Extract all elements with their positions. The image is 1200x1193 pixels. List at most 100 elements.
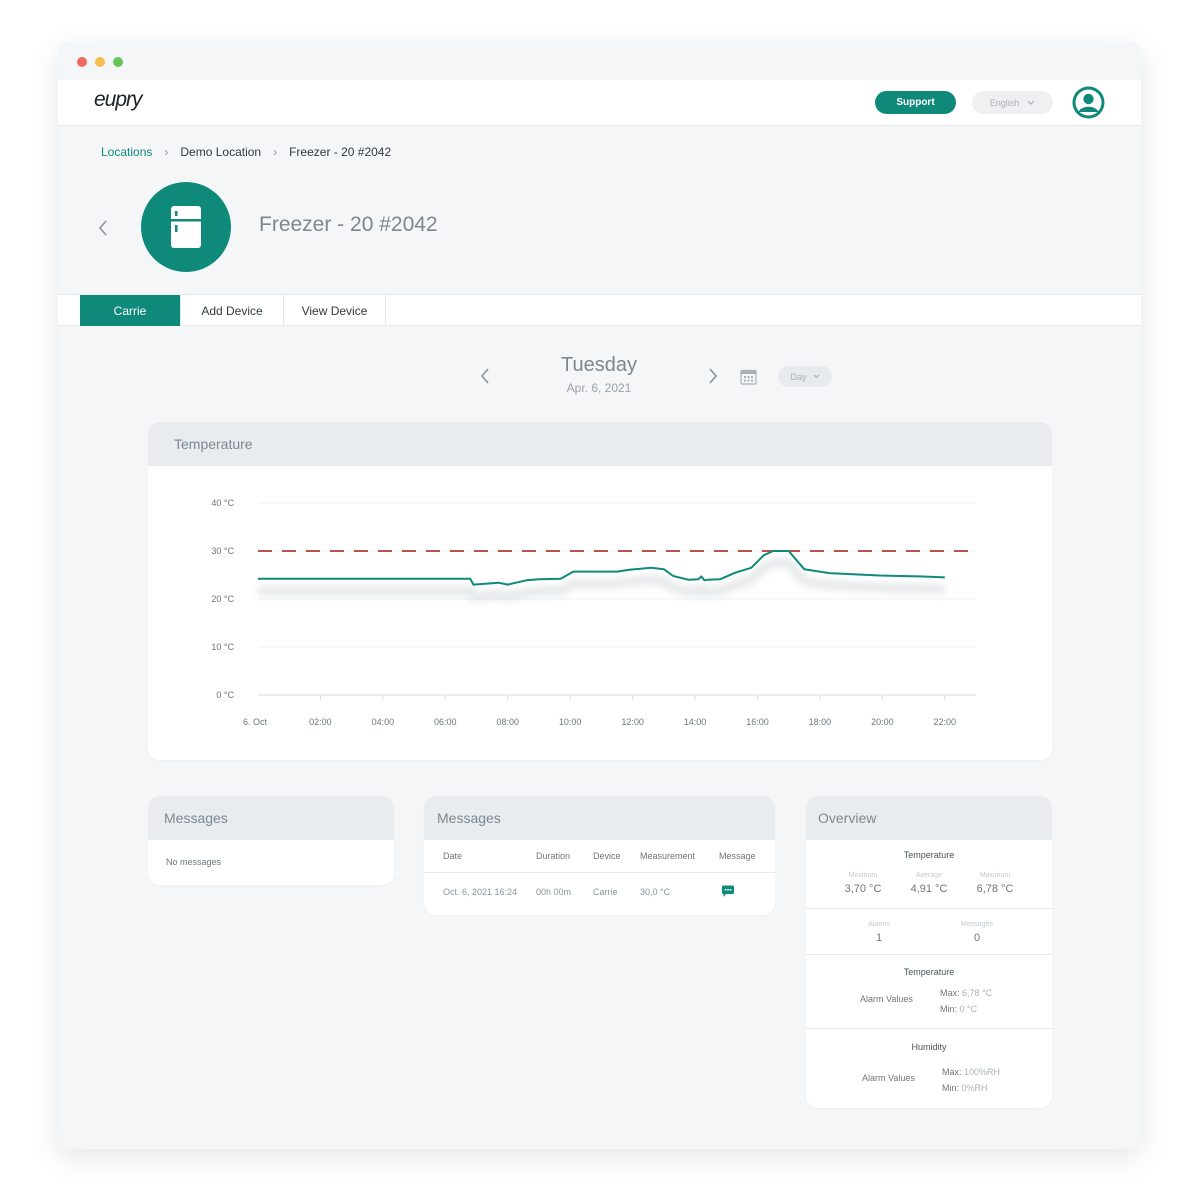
messages-table: Date Duration Device Measurement Message… bbox=[424, 840, 775, 912]
top-navigation: eupry Support English bbox=[58, 80, 1141, 126]
maximum-label: Maximum bbox=[979, 872, 1011, 879]
messages-count-label: Messages bbox=[961, 921, 993, 928]
humidity-max-prefix: Max: bbox=[942, 1067, 962, 1077]
x-tick-label: 18:00 bbox=[809, 717, 832, 727]
x-tick-label: 06:00 bbox=[434, 717, 457, 727]
row-device: Carrie bbox=[593, 887, 618, 898]
user-avatar[interactable] bbox=[1072, 86, 1105, 119]
humidity-min-prefix: Min: bbox=[942, 1083, 960, 1093]
table-header-row: Date Duration Device Measurement Message bbox=[424, 840, 775, 873]
temperature-card-title: Temperature bbox=[148, 422, 1052, 466]
temperature-min: Min: 0 °C bbox=[940, 1004, 977, 1014]
table-row[interactable]: Oct. 6, 2021 16:24 00h 00m Carrie 30,0 °… bbox=[424, 872, 775, 912]
tab-view-device[interactable]: View Device bbox=[284, 295, 386, 326]
chat-bubble-icon[interactable] bbox=[721, 885, 735, 898]
temperature-alarm-label: Alarm Values bbox=[860, 994, 913, 1004]
row-message bbox=[719, 872, 775, 912]
x-tick-label: 14:00 bbox=[684, 717, 707, 727]
humidity-alarm-title: Humidity bbox=[911, 1042, 947, 1052]
device-avatar bbox=[141, 182, 231, 272]
breadcrumb: Locations › Demo Location › Freezer - 20… bbox=[101, 145, 391, 159]
x-tick-label: 22:00 bbox=[934, 717, 957, 727]
messages-table-title: Messages bbox=[424, 796, 775, 840]
row-duration: 00h 00m bbox=[536, 887, 572, 898]
next-day-icon[interactable] bbox=[707, 367, 719, 385]
row-date: Oct. 6, 2021 16:24 bbox=[443, 887, 518, 898]
messages-count-value: 0 bbox=[973, 932, 981, 944]
title-bar bbox=[58, 42, 1141, 80]
x-tick-label: 12:00 bbox=[621, 717, 644, 727]
column-message[interactable]: Message bbox=[719, 840, 775, 873]
minimize-window-icon[interactable] bbox=[95, 57, 105, 67]
device-tabs: Carrie Add Device View Device bbox=[58, 294, 1141, 326]
selected-weekday: Tuesday bbox=[561, 354, 637, 376]
messages-summary-card: Messages No messages bbox=[148, 796, 394, 885]
average-label: Average bbox=[916, 872, 942, 879]
language-label: English bbox=[989, 97, 1020, 108]
breadcrumb-current-device: Freezer - 20 #2042 bbox=[289, 145, 392, 159]
breadcrumb-locations[interactable]: Locations bbox=[101, 145, 152, 159]
fridge-icon bbox=[171, 206, 201, 248]
temperature-max: Max: 6,78 °C bbox=[940, 988, 992, 998]
x-tick-label: 20:00 bbox=[871, 717, 894, 727]
user-icon bbox=[1072, 86, 1105, 119]
breadcrumb-demo-location[interactable]: Demo Location bbox=[180, 145, 261, 159]
y-tick-label: 30 °C bbox=[211, 546, 234, 556]
column-date[interactable]: Date bbox=[424, 840, 536, 873]
language-select[interactable]: English bbox=[972, 91, 1053, 114]
column-duration[interactable]: Duration bbox=[536, 840, 593, 873]
previous-day-icon[interactable] bbox=[479, 367, 491, 385]
tab-carrie[interactable]: Carrie bbox=[80, 295, 181, 326]
calendar-icon[interactable] bbox=[740, 368, 757, 385]
x-tick-label: 04:00 bbox=[372, 717, 395, 727]
date-navigator: Tuesday Apr. 6, 2021 Day bbox=[58, 352, 1141, 402]
x-tick-label: 10:00 bbox=[559, 717, 582, 727]
back-arrow-icon[interactable] bbox=[96, 217, 110, 239]
y-tick-label: 20 °C bbox=[211, 594, 234, 604]
maximize-window-icon[interactable] bbox=[113, 57, 123, 67]
overview-temperature-alarms: Temperature Alarm Values Max: 6,78 °C Mi… bbox=[806, 955, 1052, 1029]
range-select-label: Day bbox=[790, 371, 807, 382]
temperature-max-value: 6,78 °C bbox=[962, 988, 993, 998]
row-measurement: 30,0 °C bbox=[640, 887, 671, 898]
y-tick-label: 0 °C bbox=[216, 690, 234, 700]
alarms-label: Alarms bbox=[868, 921, 890, 928]
chevron-down-icon bbox=[813, 374, 819, 379]
minimum-label: Minimum bbox=[848, 872, 878, 879]
svg-text:eupry: eupry bbox=[94, 90, 144, 111]
chevron-right-icon: › bbox=[273, 145, 278, 159]
humidity-min-value: 0%RH bbox=[961, 1083, 988, 1093]
chevron-right-icon: › bbox=[164, 145, 169, 159]
humidity-alarm-label: Alarm Values bbox=[862, 1073, 915, 1083]
temperature-series-line bbox=[258, 550, 945, 586]
temperature-chart: 40 °C 30 °C 20 °C 10 °C 0 °C 6. Oct 02:00 04:0… bbox=[211, 498, 976, 727]
overview-counts: Alarms 1 Messages 0 bbox=[806, 909, 1052, 955]
column-measurement[interactable]: Measurement bbox=[640, 840, 719, 873]
overview-temperature-stats: Temperature Minimum 3,70 °C Average 4,91… bbox=[806, 840, 1052, 909]
range-select[interactable]: Day bbox=[778, 366, 832, 387]
x-tick-label: 6. Oct bbox=[243, 717, 268, 727]
close-window-icon[interactable] bbox=[77, 57, 87, 67]
average-value: 4,91 °C bbox=[910, 883, 948, 895]
column-device[interactable]: Device bbox=[593, 840, 640, 873]
support-button[interactable]: Support bbox=[875, 91, 956, 114]
maximum-value: 6,78 °C bbox=[976, 883, 1014, 895]
alarms-value: 1 bbox=[875, 932, 883, 944]
selected-date: Apr. 6, 2021 bbox=[566, 381, 632, 395]
y-tick-label: 10 °C bbox=[211, 642, 234, 652]
temperature-min-prefix: Min: bbox=[940, 1004, 958, 1014]
messages-summary-title: Messages bbox=[148, 796, 394, 840]
overview-temperature-title: Temperature bbox=[903, 850, 955, 860]
temperature-max-prefix: Max: bbox=[940, 988, 960, 998]
messages-table-card: Messages Date Duration Device Measuremen… bbox=[424, 796, 775, 915]
temperature-card: Temperature 40 °C 30 °C 20 °C 10 °C 0 °C 6. … bbox=[148, 422, 1052, 760]
chevron-down-icon bbox=[1027, 100, 1035, 105]
y-tick-label: 40 °C bbox=[211, 498, 234, 508]
app-window: eupry Support English Locations › Demo L… bbox=[58, 42, 1141, 1149]
tab-add-device[interactable]: Add Device bbox=[181, 295, 284, 326]
temperature-alarm-title: Temperature bbox=[903, 967, 955, 977]
eupry-logo[interactable]: eupry bbox=[94, 88, 166, 117]
temperature-min-value: 0 °C bbox=[959, 1004, 978, 1014]
humidity-max: Max: 100%RH bbox=[942, 1067, 1000, 1077]
humidity-min: Min: 0%RH bbox=[942, 1083, 988, 1093]
